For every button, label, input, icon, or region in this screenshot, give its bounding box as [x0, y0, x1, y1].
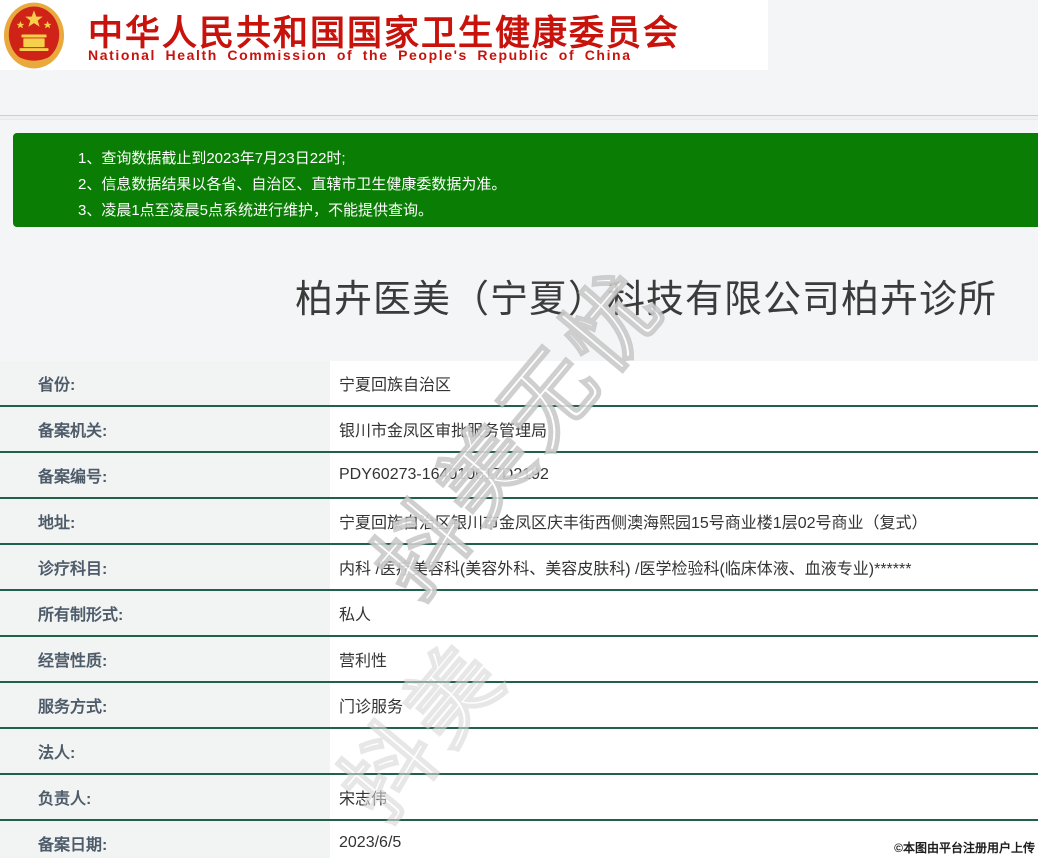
field-label: 所有制形式: [0, 591, 330, 635]
field-value: 宋志伟 [330, 775, 1038, 819]
record-row: 备案日期:2023/6/5 [0, 821, 1038, 858]
record-row: 地址:宁夏回族自治区银川市金凤区庆丰街西侧澳海熙园15号商业楼1层02号商业（复… [0, 499, 1038, 545]
org-title-en: National Health Commission of the People… [88, 47, 632, 63]
record-row: 诊疗科目:内科 /医疗美容科(美容外科、美容皮肤科) /医学检验科(临床体液、血… [0, 545, 1038, 591]
field-label: 服务方式: [0, 683, 330, 727]
field-label: 备案机关: [0, 407, 330, 451]
upload-copyright-note: ©本图由平台注册用户上传 [894, 839, 1035, 856]
field-value: 宁夏回族自治区银川市金凤区庆丰街西侧澳海熙园15号商业楼1层02号商业（复式） [330, 499, 1038, 543]
record-row: 负责人:宋志伟 [0, 775, 1038, 821]
page: 中华人民共和国国家卫生健康委员会 National Health Commiss… [0, 0, 1038, 858]
field-value: 银川市金凤区审批服务管理局 [330, 407, 1038, 451]
notice-line: 2、信息数据结果以各省、自治区、直辖市卫生健康委数据为准。 [78, 172, 1038, 198]
field-label: 备案编号: [0, 453, 330, 497]
field-label: 备案日期: [0, 821, 330, 858]
field-value [330, 729, 1038, 773]
notice-line: 3、凌晨1点至凌晨5点系统进行维护，不能提供查询。 [78, 198, 1038, 224]
notice-line: 1、查询数据截止到2023年7月23日22时; [78, 146, 1038, 172]
field-label: 地址: [0, 499, 330, 543]
field-value: 门诊服务 [330, 683, 1038, 727]
field-value: 私人 [330, 591, 1038, 635]
record-row: 服务方式:门诊服务 [0, 683, 1038, 729]
record-table: 省份:宁夏回族自治区备案机关:银川市金凤区审批服务管理局备案编号:PDY6027… [0, 361, 1038, 858]
field-value: 内科 /医疗美容科(美容外科、美容皮肤科) /医学检验科(临床体液、血液专业)*… [330, 545, 1038, 589]
field-label: 负责人: [0, 775, 330, 819]
record-row: 省份:宁夏回族自治区 [0, 361, 1038, 407]
field-label: 经营性质: [0, 637, 330, 681]
record-row: 所有制形式:私人 [0, 591, 1038, 637]
notice-box: 1、查询数据截止到2023年7月23日22时; 2、信息数据结果以各省、自治区、… [13, 133, 1038, 227]
record-row: 法人: [0, 729, 1038, 775]
record-row: 经营性质:营利性 [0, 637, 1038, 683]
field-label: 诊疗科目: [0, 545, 330, 589]
field-label: 法人: [0, 729, 330, 773]
record-row: 备案编号:PDY60273-164010617D2192 [0, 453, 1038, 499]
field-label: 省份: [0, 361, 330, 405]
field-value: PDY60273-164010617D2192 [330, 453, 1038, 497]
institution-title: 柏卉医美（宁夏）科技有限公司柏卉诊所 [295, 268, 997, 323]
field-value: 营利性 [330, 637, 1038, 681]
header-divider [0, 115, 1038, 120]
national-emblem-icon [3, 1, 65, 70]
site-header: 中华人民共和国国家卫生健康委员会 National Health Commiss… [0, 0, 768, 70]
record-row: 备案机关:银川市金凤区审批服务管理局 [0, 407, 1038, 453]
field-value: 宁夏回族自治区 [330, 361, 1038, 405]
